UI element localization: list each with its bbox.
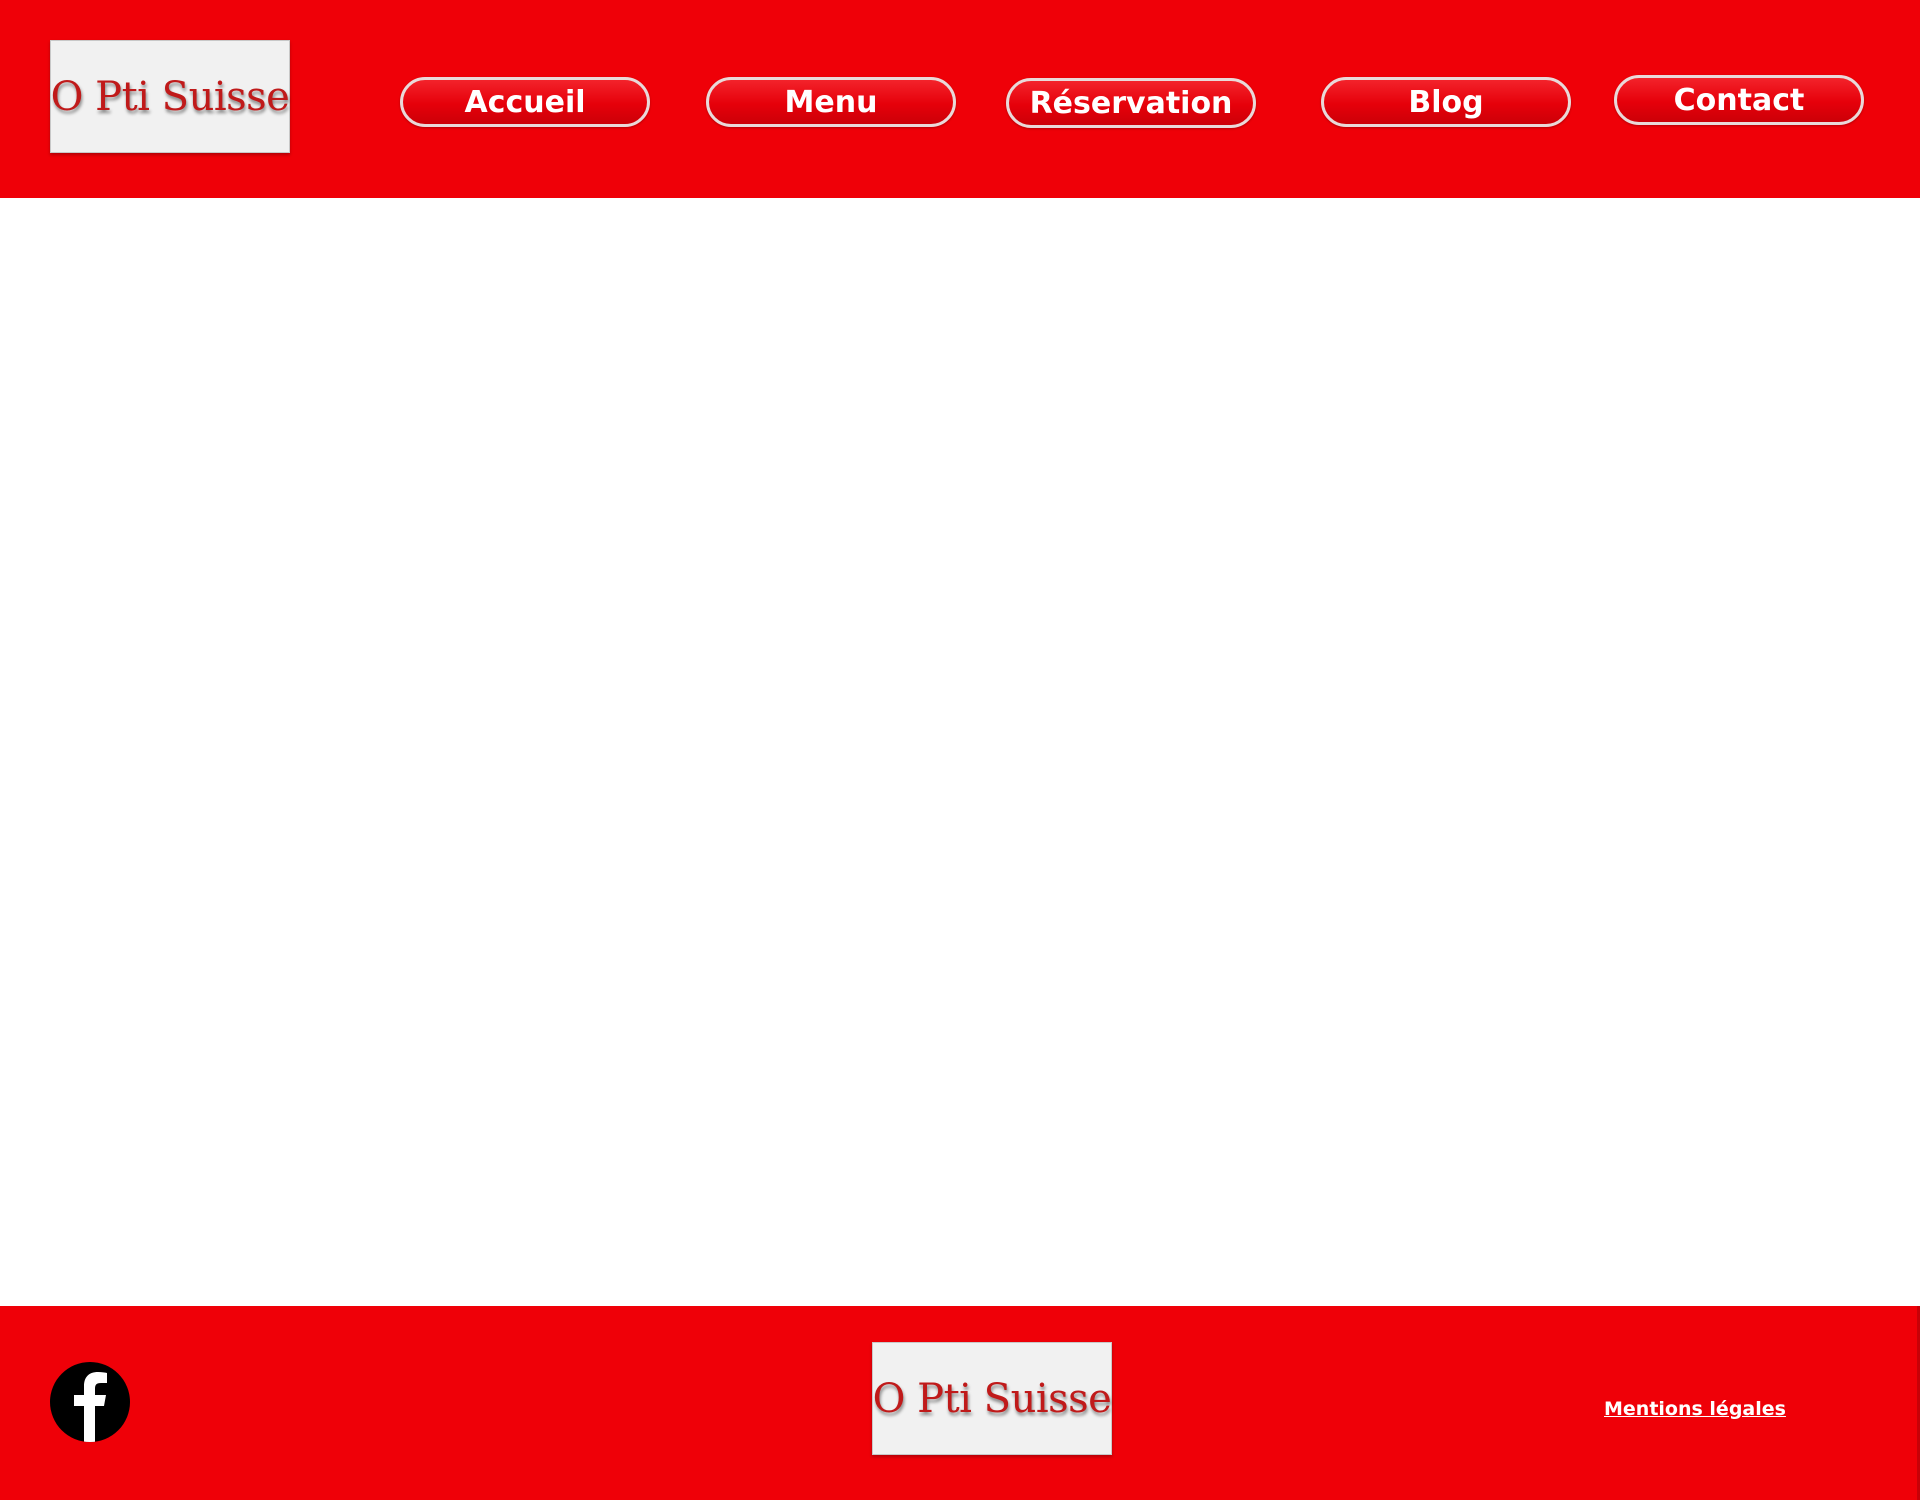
nav-button-menu[interactable]: Menu (706, 77, 956, 127)
legal-notice-link[interactable]: Mentions légales (1604, 1398, 1786, 1420)
site-footer: O Pti Suisse Mentions légales (0, 1306, 1920, 1500)
site-header: O Pti Suisse Accueil Menu Réservation Bl… (0, 0, 1920, 198)
facebook-icon[interactable] (50, 1362, 130, 1442)
nav-button-blog[interactable]: Blog (1321, 77, 1571, 127)
footer-logo[interactable]: O Pti Suisse (872, 1342, 1112, 1455)
nav-button-accueil[interactable]: Accueil (400, 77, 650, 127)
main-content (0, 198, 1920, 1306)
nav-button-reservation[interactable]: Réservation (1006, 78, 1256, 128)
nav-button-contact[interactable]: Contact (1614, 75, 1864, 125)
header-logo[interactable]: O Pti Suisse (50, 40, 290, 153)
